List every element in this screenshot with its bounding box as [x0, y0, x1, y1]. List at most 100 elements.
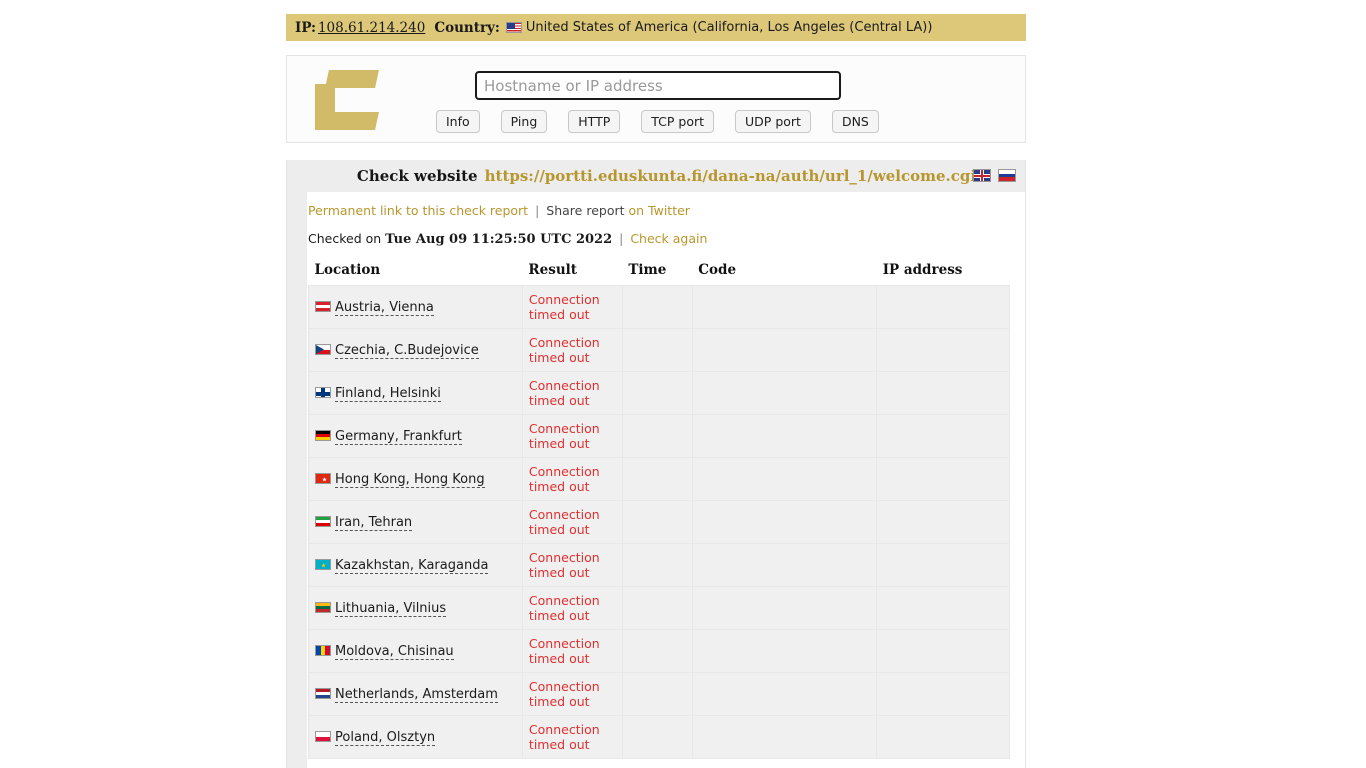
checked-url-link[interactable]: https://portti.eduskunta.fi/dana-na/auth…	[485, 167, 976, 185]
cell-code	[691, 500, 878, 544]
search-input[interactable]	[475, 71, 841, 100]
col-header-code: Code	[692, 258, 877, 286]
cell-ip-address	[876, 543, 1010, 587]
cell-time	[621, 414, 693, 458]
check-again-link[interactable]: Check again	[630, 231, 707, 246]
search-panel: Info Ping HTTP TCP port UDP port DNS	[286, 55, 1026, 143]
cell-ip-address	[876, 500, 1010, 544]
results-table-body: Austria, Vienna Connection timed out Czech…	[308, 285, 1010, 759]
cell-ip-address	[876, 457, 1010, 501]
cell-time	[621, 715, 693, 759]
cell-location: Germany, Frankfurt	[308, 414, 523, 458]
permanent-link[interactable]: Permanent link to this check report	[308, 203, 528, 218]
cell-time	[621, 457, 693, 501]
location-name[interactable]: Germany, Frankfurt	[335, 429, 462, 445]
col-header-location: Location	[308, 258, 523, 286]
us-flag-icon	[505, 22, 522, 33]
cell-code	[691, 285, 878, 329]
visitor-ip-link[interactable]: 108.61.214.240	[318, 20, 425, 36]
table-row: Germany, Frankfurt Connection timed out	[308, 414, 1010, 458]
cell-result: Connection timed out	[521, 715, 623, 759]
cell-code	[691, 629, 878, 673]
results-table-head: Location Result Time Code IP address	[308, 258, 1010, 286]
dns-button[interactable]: DNS	[831, 110, 879, 133]
col-header-ip-address: IP address	[876, 258, 1010, 286]
cell-location: Finland, Helsinki	[308, 371, 523, 415]
cell-code	[691, 715, 878, 759]
table-header-row: Location Result Time Code IP address	[308, 258, 1010, 286]
cell-ip-address	[876, 328, 1010, 372]
cell-ip-address	[876, 586, 1010, 630]
cell-location: Kazakhstan, Karaganda	[308, 543, 523, 587]
location-name[interactable]: Moldova, Chisinau	[335, 644, 454, 660]
col-header-result: Result	[522, 258, 623, 286]
de-flag-icon	[315, 430, 331, 441]
udp-port-button[interactable]: UDP port	[735, 110, 811, 133]
cell-ip-address	[876, 629, 1010, 673]
check-host-logo[interactable]	[315, 70, 379, 130]
cell-result: Connection timed out	[521, 543, 623, 587]
cell-location: Poland, Olsztyn	[308, 715, 523, 759]
report-title-band: Check website https://portti.eduskunta.f…	[307, 160, 1025, 192]
cell-location: Lithuania, Vilnius	[308, 586, 523, 630]
tcp-port-button[interactable]: TCP port	[641, 110, 715, 133]
ping-button[interactable]: Ping	[500, 110, 548, 133]
cell-code	[691, 457, 878, 501]
fi-flag-icon	[315, 387, 331, 398]
cell-code	[691, 328, 878, 372]
share-report-label: Share report	[546, 203, 625, 218]
http-button[interactable]: HTTP	[568, 110, 621, 133]
ru-flag-icon[interactable]	[998, 169, 1016, 182]
page-root: IP: 108.61.214.240 Country: United State…	[0, 0, 1366, 768]
location-name[interactable]: Austria, Vienna	[335, 300, 434, 316]
cell-ip-address	[876, 672, 1010, 716]
cell-code	[691, 414, 878, 458]
info-button[interactable]: Info	[436, 110, 480, 133]
cell-time	[621, 672, 693, 716]
table-row: Austria, Vienna Connection timed out	[308, 285, 1010, 329]
link-separator-2: |	[619, 231, 624, 246]
location-name[interactable]: Hong Kong, Hong Kong	[335, 472, 485, 488]
check-type-buttons: Info Ping HTTP TCP port UDP port DNS	[436, 110, 879, 133]
share-on-twitter-link[interactable]: on Twitter	[629, 203, 690, 218]
cell-time	[621, 328, 693, 372]
table-row: Poland, Olsztyn Connection timed out	[308, 715, 1010, 759]
cell-result: Connection timed out	[521, 285, 623, 329]
cell-location: Iran, Tehran	[308, 500, 523, 544]
table-row: Hong Kong, Hong Kong Connection timed out	[308, 457, 1010, 501]
cell-ip-address	[876, 285, 1010, 329]
cell-location: Hong Kong, Hong Kong	[308, 457, 523, 501]
cell-ip-address	[876, 715, 1010, 759]
checked-on-label: Checked on	[308, 231, 382, 246]
hk-flag-icon	[315, 473, 331, 484]
results-table: Location Result Time Code IP address Aus…	[308, 258, 1010, 759]
checked-on-row: Checked on Tue Aug 09 11:25:50 UTC 2022 …	[308, 231, 707, 247]
cz-flag-icon	[315, 344, 331, 355]
cell-result: Connection timed out	[521, 414, 623, 458]
cell-code	[691, 672, 878, 716]
cell-time	[621, 285, 693, 329]
cell-time	[621, 371, 693, 415]
location-name[interactable]: Poland, Olsztyn	[335, 730, 436, 746]
col-header-time: Time	[622, 258, 693, 286]
location-name[interactable]: Lithuania, Vilnius	[335, 601, 447, 617]
pl-flag-icon	[315, 731, 331, 742]
at-flag-icon	[315, 301, 331, 312]
table-row: Kazakhstan, Karaganda Connection timed ou…	[308, 543, 1010, 587]
left-rail	[287, 160, 307, 768]
location-name[interactable]: Czechia, C.Budejovice	[335, 343, 479, 359]
visitor-ip-bar: IP: 108.61.214.240 Country: United State…	[286, 14, 1026, 41]
location-name[interactable]: Iran, Tehran	[335, 515, 413, 531]
cell-time	[621, 500, 693, 544]
location-name[interactable]: Kazakhstan, Karaganda	[335, 558, 489, 574]
link-separator-1: |	[535, 203, 540, 218]
kz-flag-icon	[315, 559, 331, 570]
country-value: United States of America (California, Lo…	[525, 20, 933, 35]
location-name[interactable]: Netherlands, Amsterdam	[335, 687, 498, 703]
cell-time	[621, 543, 693, 587]
location-name[interactable]: Finland, Helsinki	[335, 386, 441, 402]
cell-code	[691, 371, 878, 415]
cell-time	[621, 586, 693, 630]
uk-flag-icon[interactable]	[973, 169, 991, 182]
country-label: Country:	[434, 19, 500, 36]
